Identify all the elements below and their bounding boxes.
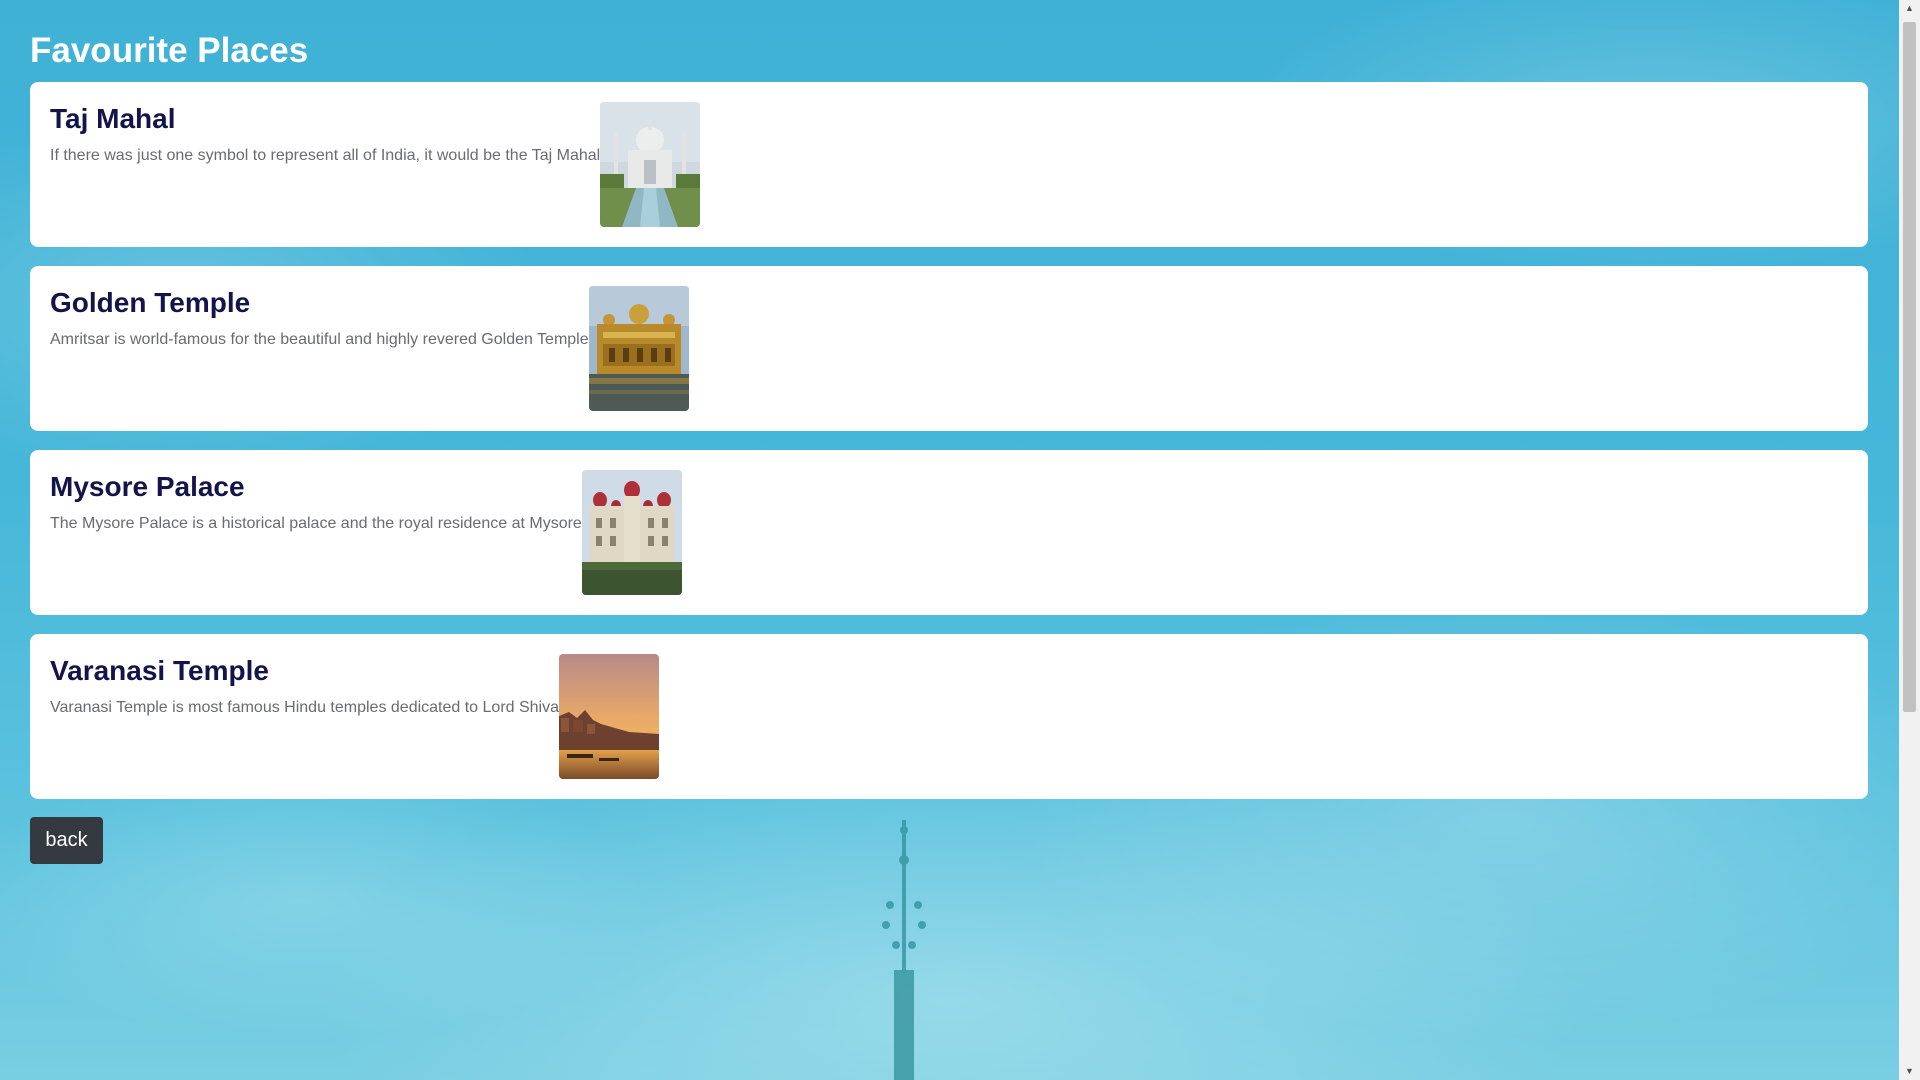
card-body: Varanasi Temple Varanasi Temple is most … [50,654,660,779]
place-description: Amritsar is world-famous for the beautif… [50,331,589,348]
place-card-varanasi-temple: Varanasi Temple Varanasi Temple is most … [30,634,1868,799]
scrollbar-thumb[interactable] [1903,22,1916,712]
mysore-palace-photo [581,470,682,595]
back-button[interactable]: back [30,817,103,864]
varanasi-ghat-photo [559,654,660,779]
tower-silhouette [882,820,926,1080]
golden-temple-photo [588,286,689,411]
scroll-up-arrow-icon[interactable]: ▲ [1899,0,1920,17]
card-text: Golden Temple Amritsar is world-famous f… [50,286,589,350]
main-content: Favourite Places Taj Mahal If there was … [30,0,1868,864]
place-title: Taj Mahal [50,103,176,134]
card-text: Varanasi Temple Varanasi Temple is most … [50,654,559,718]
place-description: Varanasi Temple is most famous Hindu tem… [50,699,560,716]
place-card-golden-temple: Golden Temple Amritsar is world-famous f… [30,266,1868,431]
card-text: Mysore Palace The Mysore Palace is a his… [50,470,582,534]
place-title: Golden Temple [50,287,251,318]
place-card-taj-mahal: Taj Mahal If there was just one symbol t… [30,82,1868,247]
card-body: Golden Temple Amritsar is world-famous f… [50,286,689,411]
place-title: Mysore Palace [50,471,245,502]
card-text: Taj Mahal If there was just one symbol t… [50,102,600,166]
place-description: If there was just one symbol to represen… [50,147,601,164]
card-body: Mysore Palace The Mysore Palace is a his… [50,470,682,595]
place-card-mysore-palace: Mysore Palace The Mysore Palace is a his… [30,450,1868,615]
card-body: Taj Mahal If there was just one symbol t… [50,102,701,227]
place-description: The Mysore Palace is a historical palace… [50,515,582,532]
vertical-scrollbar[interactable]: ▲ ▼ [1899,0,1920,1080]
scroll-down-arrow-icon[interactable]: ▼ [1899,1063,1920,1080]
place-title: Varanasi Temple [50,655,269,686]
taj-mahal-photo [600,102,701,227]
page-title: Favourite Places [30,31,309,70]
